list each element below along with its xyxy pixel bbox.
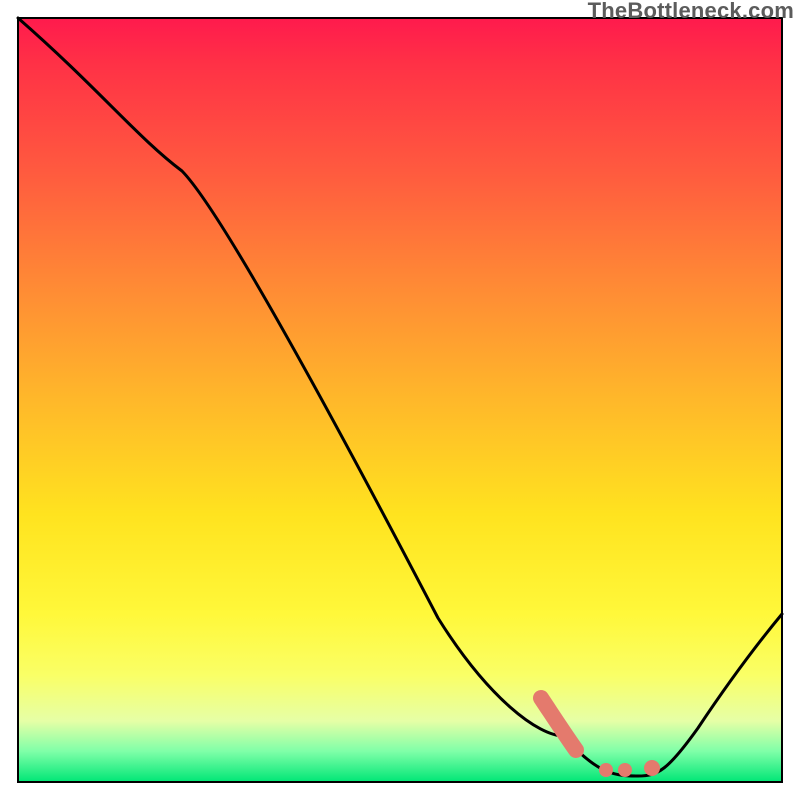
highlight-dot-3 bbox=[644, 760, 660, 776]
highlight-dot-2 bbox=[618, 763, 632, 777]
highlight-segment bbox=[541, 698, 576, 750]
highlight-dot-1 bbox=[599, 763, 613, 777]
credit-label: TheBottleneck.com bbox=[588, 0, 794, 24]
bottleneck-chart: TheBottleneck.com bbox=[0, 0, 800, 800]
bottleneck-curve bbox=[18, 18, 782, 776]
plot-overlay bbox=[18, 18, 782, 782]
